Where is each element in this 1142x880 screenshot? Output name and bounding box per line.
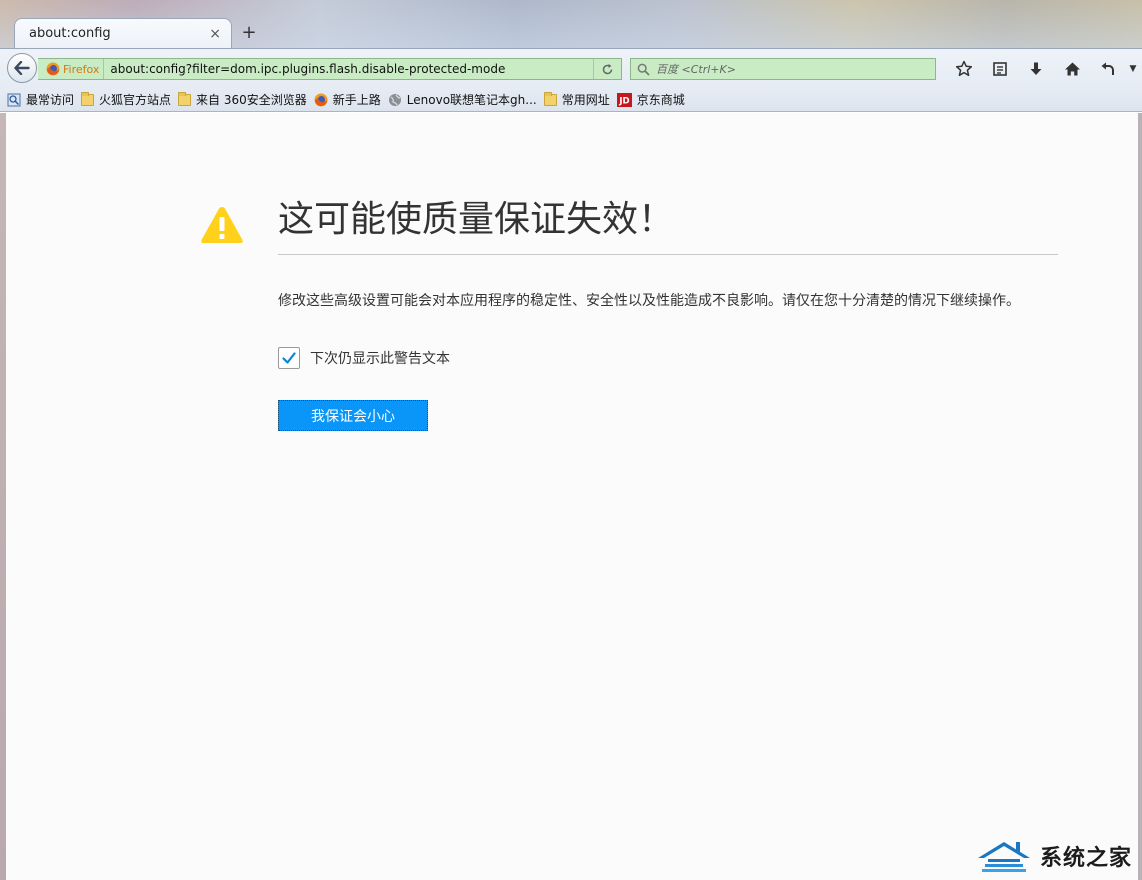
bookmark-from-360[interactable]: 来自 360安全浏览器 bbox=[178, 91, 307, 108]
tab-title: about:config bbox=[29, 26, 111, 41]
jd-logo-icon: JD bbox=[616, 92, 632, 107]
home-icon bbox=[1064, 62, 1080, 76]
bookmark-common-sites[interactable]: 常用网址 bbox=[543, 91, 610, 108]
undo-button[interactable] bbox=[1090, 58, 1126, 80]
folder-icon bbox=[543, 91, 557, 106]
reading-list-button[interactable] bbox=[982, 58, 1018, 80]
identity-label: Firefox bbox=[63, 62, 100, 76]
bookmark-firefox-official[interactable]: 火狐官方站点 bbox=[81, 91, 171, 108]
url-input[interactable] bbox=[104, 59, 593, 79]
download-icon bbox=[1030, 62, 1042, 75]
bookmark-label: 火狐官方站点 bbox=[99, 93, 172, 107]
bookmark-jd[interactable]: JD 京东商城 bbox=[616, 91, 685, 108]
url-bar[interactable]: Firefox bbox=[38, 58, 622, 80]
window-border-right bbox=[1138, 113, 1142, 880]
search-input[interactable] bbox=[650, 62, 935, 76]
bookmark-label: 最常访问 bbox=[26, 93, 75, 107]
search-icon bbox=[637, 63, 650, 76]
globe-icon bbox=[388, 93, 401, 106]
accept-risk-button[interactable]: 我保证会小心 bbox=[278, 400, 428, 431]
bookmark-most-visited[interactable]: 最常访问 bbox=[7, 91, 74, 108]
warning-triangle-icon bbox=[201, 207, 243, 243]
toolbar-icons: ▼ bbox=[946, 58, 1140, 80]
reload-icon bbox=[602, 63, 613, 74]
bookmarks-toolbar: 最常访问 火狐官方站点 来自 360安全浏览器 新手上路 Lenovo联想笔记本… bbox=[0, 88, 1142, 112]
bookmark-label: 京东商城 bbox=[636, 93, 685, 107]
svg-text:JD: JD bbox=[618, 96, 629, 106]
bookmark-lenovo[interactable]: Lenovo联想笔记本gh... bbox=[388, 91, 537, 108]
site-watermark: 系统之家 bbox=[974, 832, 1142, 880]
back-button[interactable] bbox=[7, 53, 37, 83]
bookmark-label: 新手上路 bbox=[332, 93, 381, 107]
show-warning-checkbox[interactable] bbox=[278, 347, 300, 369]
undo-icon bbox=[1101, 62, 1114, 75]
folder-icon bbox=[81, 91, 95, 106]
firefox-logo-icon bbox=[46, 62, 60, 76]
warning-description: 修改这些高级设置可能会对本应用程序的稳定性、安全性以及性能造成不良影响。请仅在您… bbox=[278, 293, 1020, 309]
checkmark-icon bbox=[282, 352, 296, 364]
search-bar[interactable] bbox=[630, 58, 936, 80]
tab-about-config[interactable]: about:config × bbox=[14, 18, 232, 48]
home-button[interactable] bbox=[1054, 58, 1090, 80]
navigation-toolbar: Firefox about:config?filter=dom.ipc.plug… bbox=[0, 48, 1142, 88]
reload-button[interactable] bbox=[593, 59, 621, 79]
show-warning-checkbox-label: 下次仍显示此警告文本 bbox=[310, 351, 450, 367]
download-button[interactable] bbox=[1018, 58, 1054, 80]
tab-close-icon[interactable]: × bbox=[209, 26, 221, 42]
bookmark-star-icon bbox=[955, 60, 973, 77]
back-arrow-icon bbox=[14, 61, 30, 75]
reading-list-icon bbox=[993, 62, 1007, 76]
folder-icon bbox=[178, 91, 192, 106]
bookmark-getting-started[interactable]: 新手上路 bbox=[314, 91, 381, 108]
bookmark-label: Lenovo联想笔记本gh... bbox=[406, 93, 537, 107]
house-logo-icon bbox=[978, 842, 1030, 872]
firefox-logo-icon bbox=[314, 93, 328, 106]
most-visited-icon bbox=[7, 93, 21, 106]
bookmark-star-button[interactable] bbox=[946, 58, 982, 80]
menu-dropdown-icon[interactable]: ▼ bbox=[1126, 58, 1140, 80]
site-identity-button[interactable]: Firefox bbox=[38, 59, 105, 79]
watermark-text: 系统之家 bbox=[1040, 846, 1133, 871]
title-divider bbox=[278, 254, 1058, 255]
show-warning-checkbox-row[interactable]: 下次仍显示此警告文本 bbox=[278, 347, 450, 369]
warning-title: 这可能使质量保证失效！ bbox=[278, 199, 675, 240]
bookmark-label: 常用网址 bbox=[561, 93, 610, 107]
new-tab-button[interactable]: + bbox=[238, 21, 260, 45]
bookmark-label: 来自 360安全浏览器 bbox=[196, 93, 307, 107]
